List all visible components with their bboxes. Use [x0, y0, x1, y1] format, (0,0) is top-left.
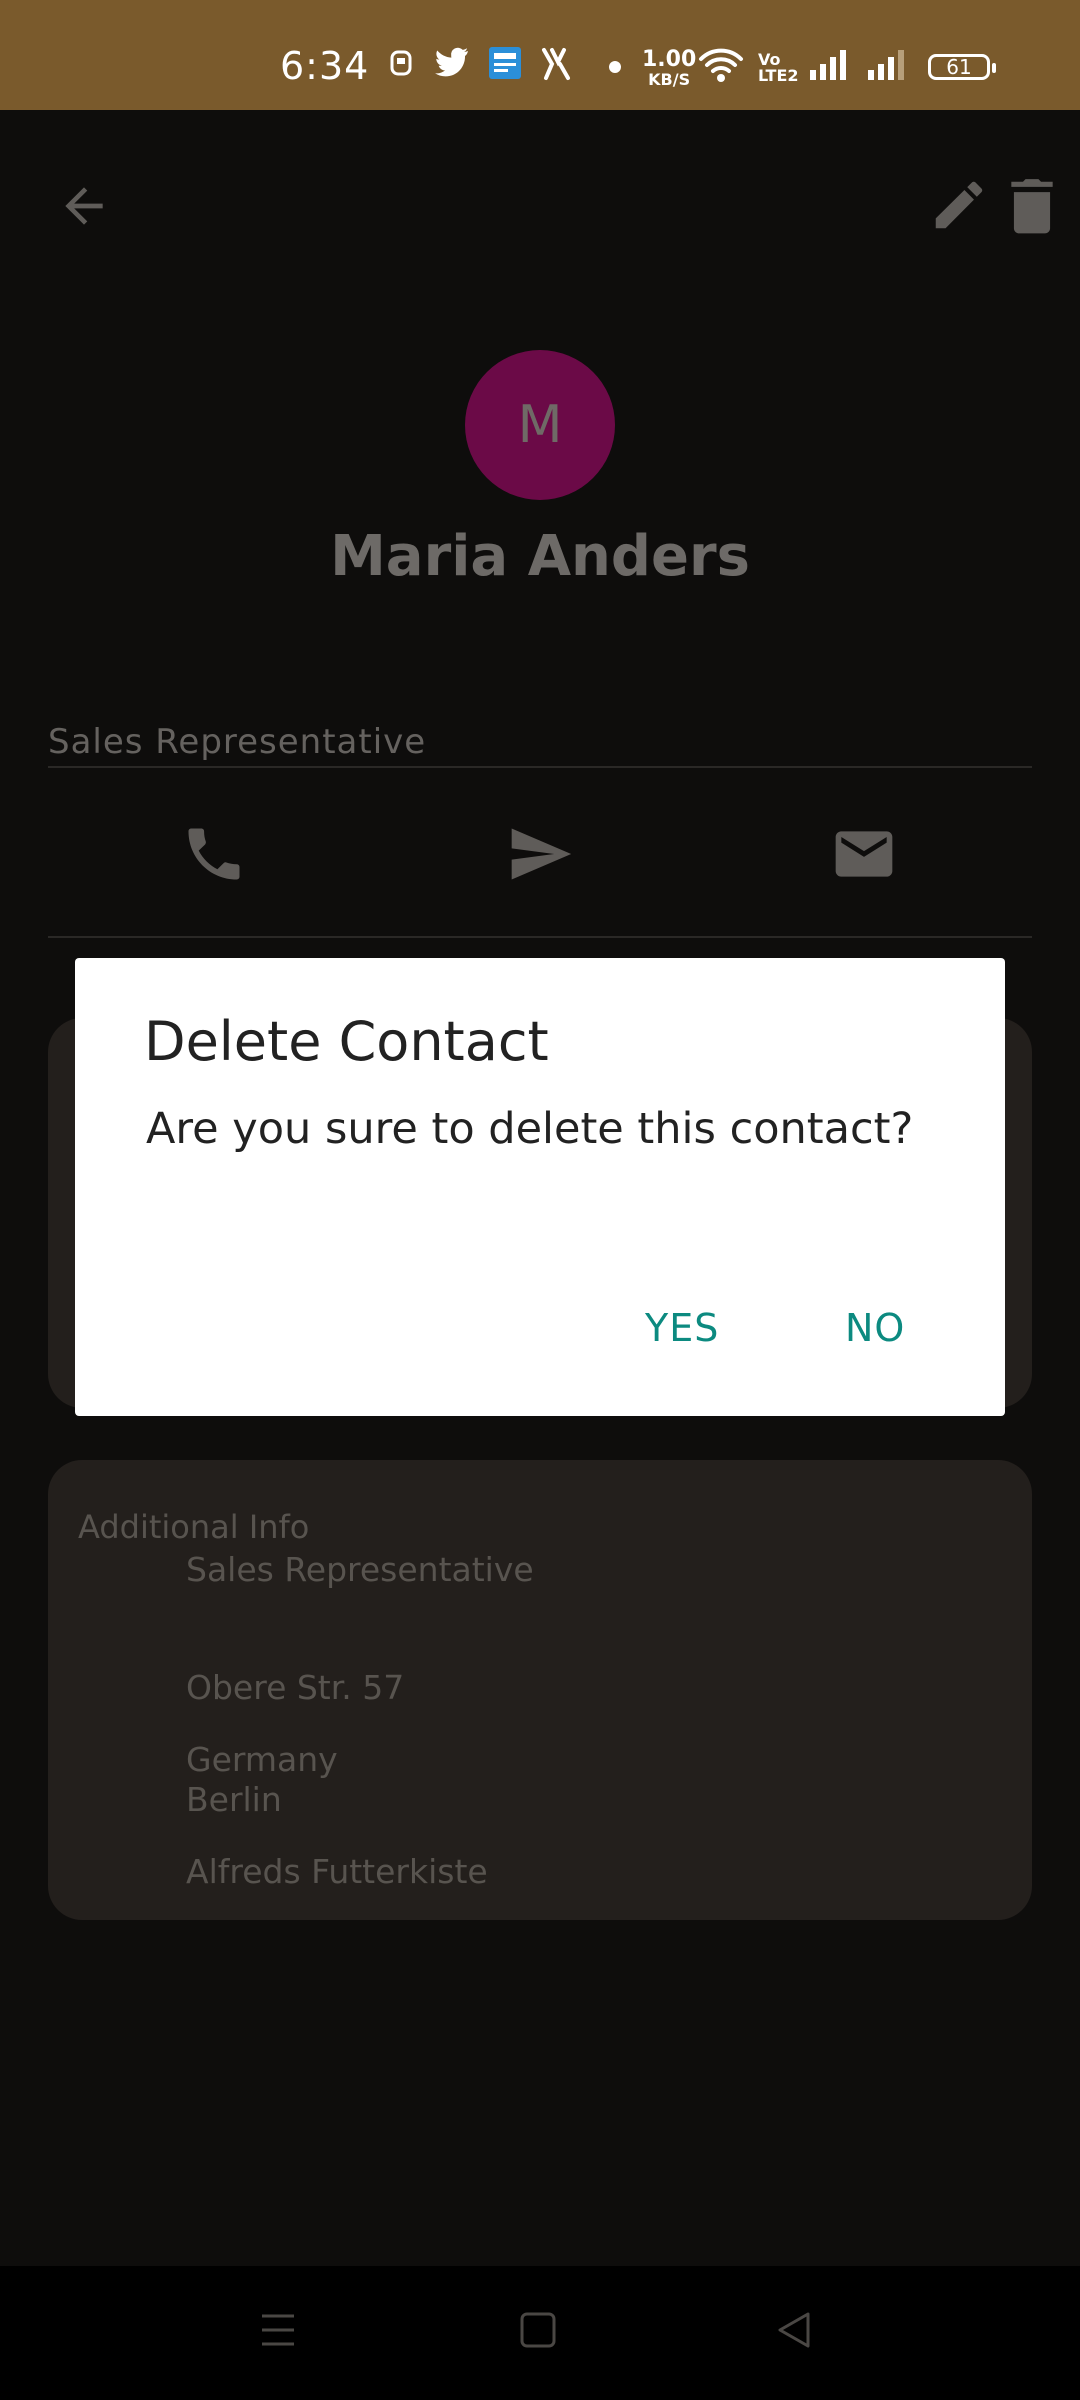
navigation-bar	[0, 2266, 1080, 2400]
news-app-icon	[489, 47, 521, 79]
home-square-icon[interactable]	[518, 2310, 558, 2350]
info-line: Sales Representative	[186, 1550, 534, 1589]
contact-name: Maria Anders	[330, 524, 750, 589]
info-line: Obere Str. 57	[186, 1668, 405, 1707]
status-icons: 1.00 KB/S Vo LTE2 61	[380, 46, 1000, 90]
mail-icon[interactable]	[830, 820, 898, 888]
additional-info-card: Additional Info Sales Representative Obe…	[48, 1460, 1032, 1920]
menu-icon[interactable]	[258, 2310, 298, 2350]
yes-button[interactable]: YES	[645, 1306, 719, 1350]
info-line: Berlin	[186, 1780, 282, 1819]
app-notification-icon	[542, 48, 570, 80]
dialog-message: Are you sure to delete this contact?	[146, 1104, 914, 1154]
back-triangle-icon[interactable]	[774, 2310, 814, 2350]
volte-indicator: Vo LTE2	[758, 52, 799, 84]
additional-info-title: Additional Info	[78, 1508, 310, 1546]
divider	[48, 766, 1032, 768]
battery-indicator: 61	[928, 54, 996, 80]
avatar: M	[465, 350, 615, 500]
notification-robot-icon	[390, 50, 412, 76]
signal-strength-2-icon	[868, 50, 904, 80]
wifi-icon	[699, 48, 743, 82]
delete-contact-dialog: Delete Contact Are you sure to delete th…	[75, 958, 1005, 1416]
info-line: Alfreds Futterkiste	[186, 1852, 488, 1891]
status-time: 6:34	[280, 44, 370, 88]
lte-label: LTE2	[758, 66, 799, 85]
status-bar: 6:34 1.00 KB/S Vo LTE2 61	[0, 0, 1080, 110]
pencil-icon[interactable]	[928, 174, 990, 236]
job-title: Sales Representative	[48, 722, 427, 762]
network-speed: 1.00 KB/S	[642, 47, 697, 90]
network-speed-unit: KB/S	[648, 70, 691, 89]
trash-icon[interactable]	[1004, 174, 1060, 236]
signal-strength-icon	[810, 50, 846, 80]
phone-icon[interactable]	[180, 820, 248, 888]
info-line: Germany	[186, 1740, 338, 1779]
dot-icon	[609, 61, 621, 73]
send-icon[interactable]	[506, 820, 574, 888]
no-button[interactable]: NO	[845, 1306, 905, 1350]
dialog-title: Delete Contact	[144, 1010, 549, 1073]
arrow-left-icon[interactable]	[56, 178, 112, 234]
divider	[48, 936, 1032, 938]
twitter-icon	[435, 47, 468, 77]
network-speed-value: 1.00	[642, 47, 697, 72]
